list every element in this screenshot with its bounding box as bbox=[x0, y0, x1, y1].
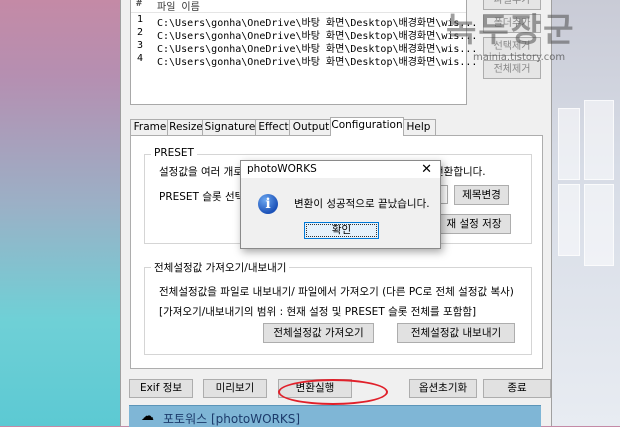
import-export-description: 전체설정값을 파일로 내보내기/ 파일에서 가져오기 (다른 PC로 전체 설정… bbox=[159, 286, 514, 298]
tab-help[interactable]: Help bbox=[401, 119, 436, 135]
import-export-scope: [가져오기/내보내기의 범위 : 현재 설정 및 PRESET 슬롯 전체를 포… bbox=[159, 306, 477, 318]
desktop-background bbox=[550, 0, 620, 426]
row-number: 2 bbox=[137, 27, 144, 38]
tab-output[interactable]: Output bbox=[289, 119, 333, 135]
window-logo-pane bbox=[584, 184, 614, 266]
photoworks-banner: ☁ 포토워스 [photoWORKS] bbox=[129, 405, 541, 427]
column-num: # bbox=[136, 0, 143, 9]
reset-options-button[interactable]: 옵션초기화 bbox=[409, 379, 477, 398]
dialog-body: i 변환이 성공적으로 끝났습니다. 확인 bbox=[241, 178, 440, 248]
ok-button[interactable]: 확인 bbox=[304, 222, 379, 239]
exif-info-button[interactable]: Exif 정보 bbox=[129, 379, 193, 398]
dialog-title: photoWORKS bbox=[247, 163, 317, 175]
row-number: 1 bbox=[137, 14, 144, 25]
export-settings-button[interactable]: 전체설정값 내보내기 bbox=[397, 323, 515, 343]
window-logo-pane bbox=[558, 184, 580, 256]
import-export-title: 전체설정값 가져오기/내보내기 bbox=[151, 260, 290, 275]
list-item[interactable]: 1 C:\Users\gonha\OneDrive\바탕 화면\Desktop\… bbox=[131, 13, 477, 29]
list-item[interactable]: 3 C:\Users\gonha\OneDrive\바탕 화면\Desktop\… bbox=[131, 39, 477, 55]
rename-button[interactable]: 제목변경 bbox=[454, 185, 509, 205]
window-logo-pane bbox=[558, 108, 580, 180]
highlight-circle bbox=[278, 379, 388, 405]
exit-button[interactable]: 종료 bbox=[483, 379, 551, 398]
import-export-group: 전체설정값 가져오기/내보내기 전체설정값을 파일로 내보내기/ 파일에서 가져… bbox=[144, 260, 532, 355]
tab-configuration[interactable]: Configuration bbox=[330, 117, 404, 136]
import-settings-button[interactable]: 전체설정값 가져오기 bbox=[263, 323, 374, 343]
save-preset-button[interactable]: 재 설정 저장 bbox=[437, 214, 511, 234]
cloud-icon: ☁ bbox=[141, 409, 154, 424]
close-icon[interactable]: ✕ bbox=[421, 162, 432, 177]
list-item[interactable]: 2 C:\Users\gonha\OneDrive\바탕 화면\Desktop\… bbox=[131, 26, 477, 42]
row-number: 3 bbox=[137, 40, 144, 51]
banner-title: 포토워스 [photoWORKS] bbox=[163, 412, 301, 426]
watermark-logo: 녹두장군 bbox=[446, 10, 576, 49]
preview-button[interactable]: 미리보기 bbox=[203, 379, 267, 398]
window-logo-pane bbox=[584, 100, 614, 180]
row-path: C:\Users\gonha\OneDrive\바탕 화면\Desktop\배경… bbox=[157, 57, 478, 68]
tab-signature[interactable]: Signature bbox=[202, 119, 258, 135]
row-number: 4 bbox=[137, 53, 144, 64]
preset-slot-label: PRESET 슬롯 선택 bbox=[159, 191, 245, 203]
column-filename: 파일 이름 bbox=[157, 2, 200, 13]
preset-description: 설정값을 여러 개로 bbox=[159, 166, 243, 178]
info-icon: i bbox=[258, 194, 278, 214]
tab-frame[interactable]: Frame bbox=[130, 119, 170, 135]
watermark-url: mainia.tistory.com bbox=[473, 52, 566, 63]
file-list[interactable]: # 파일 이름 1 C:\Users\gonha\OneDrive\바탕 화면\… bbox=[130, 0, 477, 105]
list-header: # 파일 이름 bbox=[131, 0, 466, 13]
preset-title: PRESET bbox=[151, 147, 197, 159]
list-item[interactable]: 4 C:\Users\gonha\OneDrive\바탕 화면\Desktop\… bbox=[131, 52, 477, 68]
tab-resize[interactable]: Resize bbox=[167, 119, 205, 135]
tab-effect[interactable]: Effect bbox=[255, 119, 292, 135]
completion-dialog: photoWORKS ✕ i 변환이 성공적으로 끝났습니다. 확인 bbox=[240, 160, 441, 249]
dialog-message: 변환이 성공적으로 끝났습니다. bbox=[294, 198, 430, 210]
preset-description-end: 전환합니다. bbox=[434, 166, 486, 178]
